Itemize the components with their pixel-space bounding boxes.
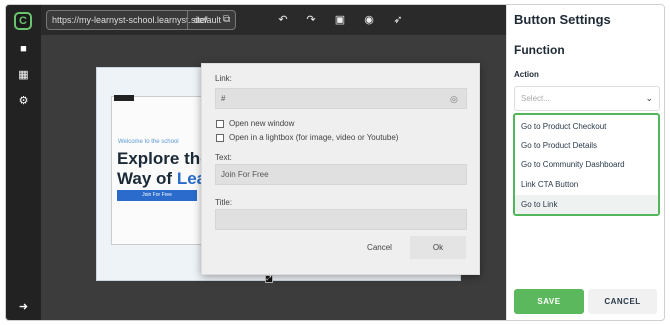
- url-divider: [187, 11, 188, 29]
- action-select[interactable]: Select... ⌄: [514, 86, 660, 111]
- heading-line1: Explore the: [117, 149, 210, 168]
- preview-eye-icon[interactable]: ◉: [362, 13, 376, 27]
- settings-panel: Button Settings Function Action Select..…: [506, 5, 664, 320]
- left-sidebar: C ■ ▦ ⚙ ➜: [6, 5, 41, 320]
- option-link-cta-button[interactable]: Link CTA Button: [515, 175, 658, 194]
- copy-icon[interactable]: ⧉: [223, 11, 230, 29]
- top-toolbar: https://my-learnyst-school.learnyst.site…: [41, 5, 506, 35]
- element-toolbar[interactable]: [114, 95, 134, 101]
- section-title: Function: [514, 43, 565, 57]
- title-label: Title:: [215, 198, 233, 207]
- chevron-down-icon[interactable]: ⌄: [645, 87, 653, 110]
- dialog-cancel-button[interactable]: Cancel: [357, 237, 402, 258]
- save-icon[interactable]: ▣: [333, 13, 347, 27]
- url-text: https://my-learnyst-school.learnyst.site…: [52, 15, 208, 25]
- link-dialog: Link: # ◎ Open new window Open in a ligh…: [201, 63, 480, 275]
- editor-window: C ■ ▦ ⚙ ➜ https://my-learnyst-school.lea…: [5, 4, 665, 321]
- option-community-dashboard[interactable]: Go to Community Dashboard: [515, 155, 658, 174]
- add-icon[interactable]: ■: [17, 43, 30, 56]
- text-input[interactable]: Join For Free: [215, 164, 467, 185]
- hero-heading: Explore the Way of Lear: [117, 149, 213, 189]
- panel-title: Button Settings: [514, 12, 611, 27]
- action-dropdown-menu: Go to Product Checkout Go to Product Det…: [513, 113, 660, 216]
- option-product-details[interactable]: Go to Product Details: [515, 136, 658, 155]
- link-input[interactable]: #: [215, 88, 467, 109]
- cta-button[interactable]: Join For Free: [117, 190, 197, 201]
- action-label: Action: [514, 70, 539, 79]
- new-window-label: Open new window: [229, 119, 295, 128]
- logo-icon[interactable]: C: [14, 12, 32, 30]
- lightbox-label: Open in a lightbox (for image, video or …: [229, 133, 399, 142]
- resize-handle[interactable]: ⤢: [265, 275, 273, 283]
- cancel-button[interactable]: CANCEL: [588, 289, 657, 314]
- option-product-checkout[interactable]: Go to Product Checkout: [515, 117, 658, 136]
- text-label: Text:: [215, 153, 232, 162]
- gear-icon[interactable]: ⚙: [17, 95, 30, 108]
- lightbox-checkbox[interactable]: [216, 134, 224, 142]
- title-input[interactable]: [215, 209, 467, 230]
- grid-icon[interactable]: ▦: [17, 69, 30, 82]
- heading-line2: Way of: [117, 169, 177, 188]
- eye-icon[interactable]: ◎: [450, 94, 458, 105]
- welcome-text: Welcome to the school: [118, 139, 179, 145]
- save-button[interactable]: SAVE: [514, 289, 584, 314]
- redo-icon[interactable]: ↷: [304, 13, 318, 27]
- select-placeholder: Select...: [521, 94, 550, 103]
- mode-label: default: [194, 15, 222, 25]
- url-field[interactable]: https://my-learnyst-school.learnyst.site…: [46, 10, 236, 30]
- exit-icon[interactable]: ➜: [17, 301, 30, 314]
- undo-icon[interactable]: ↶: [276, 13, 290, 27]
- new-window-checkbox[interactable]: [216, 120, 224, 128]
- rocket-icon[interactable]: ➶: [391, 13, 405, 27]
- option-go-to-link[interactable]: Go to Link: [515, 195, 658, 214]
- link-label: Link:: [215, 74, 232, 83]
- dialog-ok-button[interactable]: Ok: [410, 236, 466, 259]
